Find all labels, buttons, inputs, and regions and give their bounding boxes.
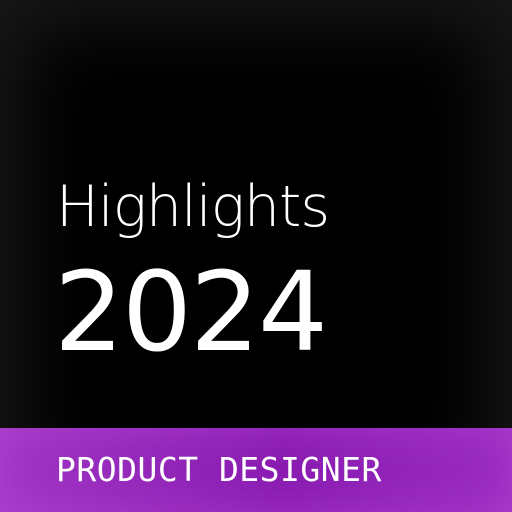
role-label: PRODUCT DESIGNER xyxy=(56,450,382,489)
cover-card: Highlights 2024 PRODUCT DESIGNER xyxy=(0,0,512,512)
cover-title: Highlights xyxy=(56,174,330,240)
role-banner: PRODUCT DESIGNER xyxy=(0,428,512,512)
cover-year: 2024 xyxy=(54,248,328,376)
